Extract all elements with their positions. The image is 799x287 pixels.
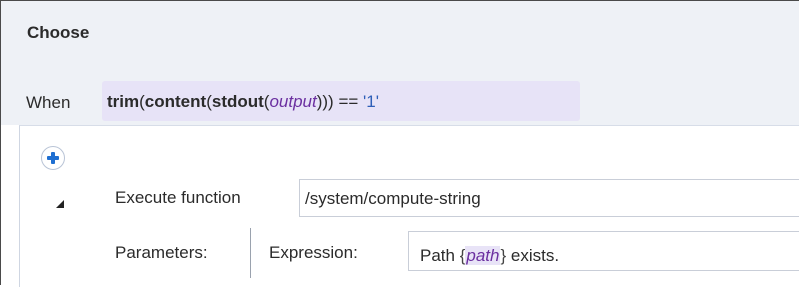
param-prefix: Path [420,246,460,265]
param-var-path: path [465,246,501,265]
when-label: When [26,93,71,112]
execute-function-label: Execute function [115,188,241,207]
expr-literal: '1' [363,92,379,111]
parameters-divider [250,228,251,278]
expr-fn-trim: trim [107,92,140,111]
expr-var-output: output [269,92,317,111]
when-expression-input[interactable]: trim(content(stdout(output))) == '1' [102,81,580,121]
param-suffix: exists. [506,246,560,265]
choose-header [1,1,799,63]
expr-fn-stdout: stdout [211,92,264,111]
choose-block: Choose When trim(content(stdout(output))… [0,0,799,287]
plus-icon [47,152,59,164]
collapse-triangle-icon [56,200,64,208]
expr-fn-content: content [144,92,207,111]
expr-close-parens: ))) [316,92,334,111]
function-path-input[interactable]: /system/compute-string [299,179,799,217]
expr-operator: == [333,92,364,111]
add-step-button[interactable] [41,146,65,170]
parameter-value-input[interactable]: Path {path} exists. [408,231,799,271]
parameter-name-label: Expression: [269,243,358,262]
collapse-toggle[interactable] [53,197,67,211]
choose-title: Choose [27,23,90,42]
parameters-label: Parameters: [115,243,208,262]
